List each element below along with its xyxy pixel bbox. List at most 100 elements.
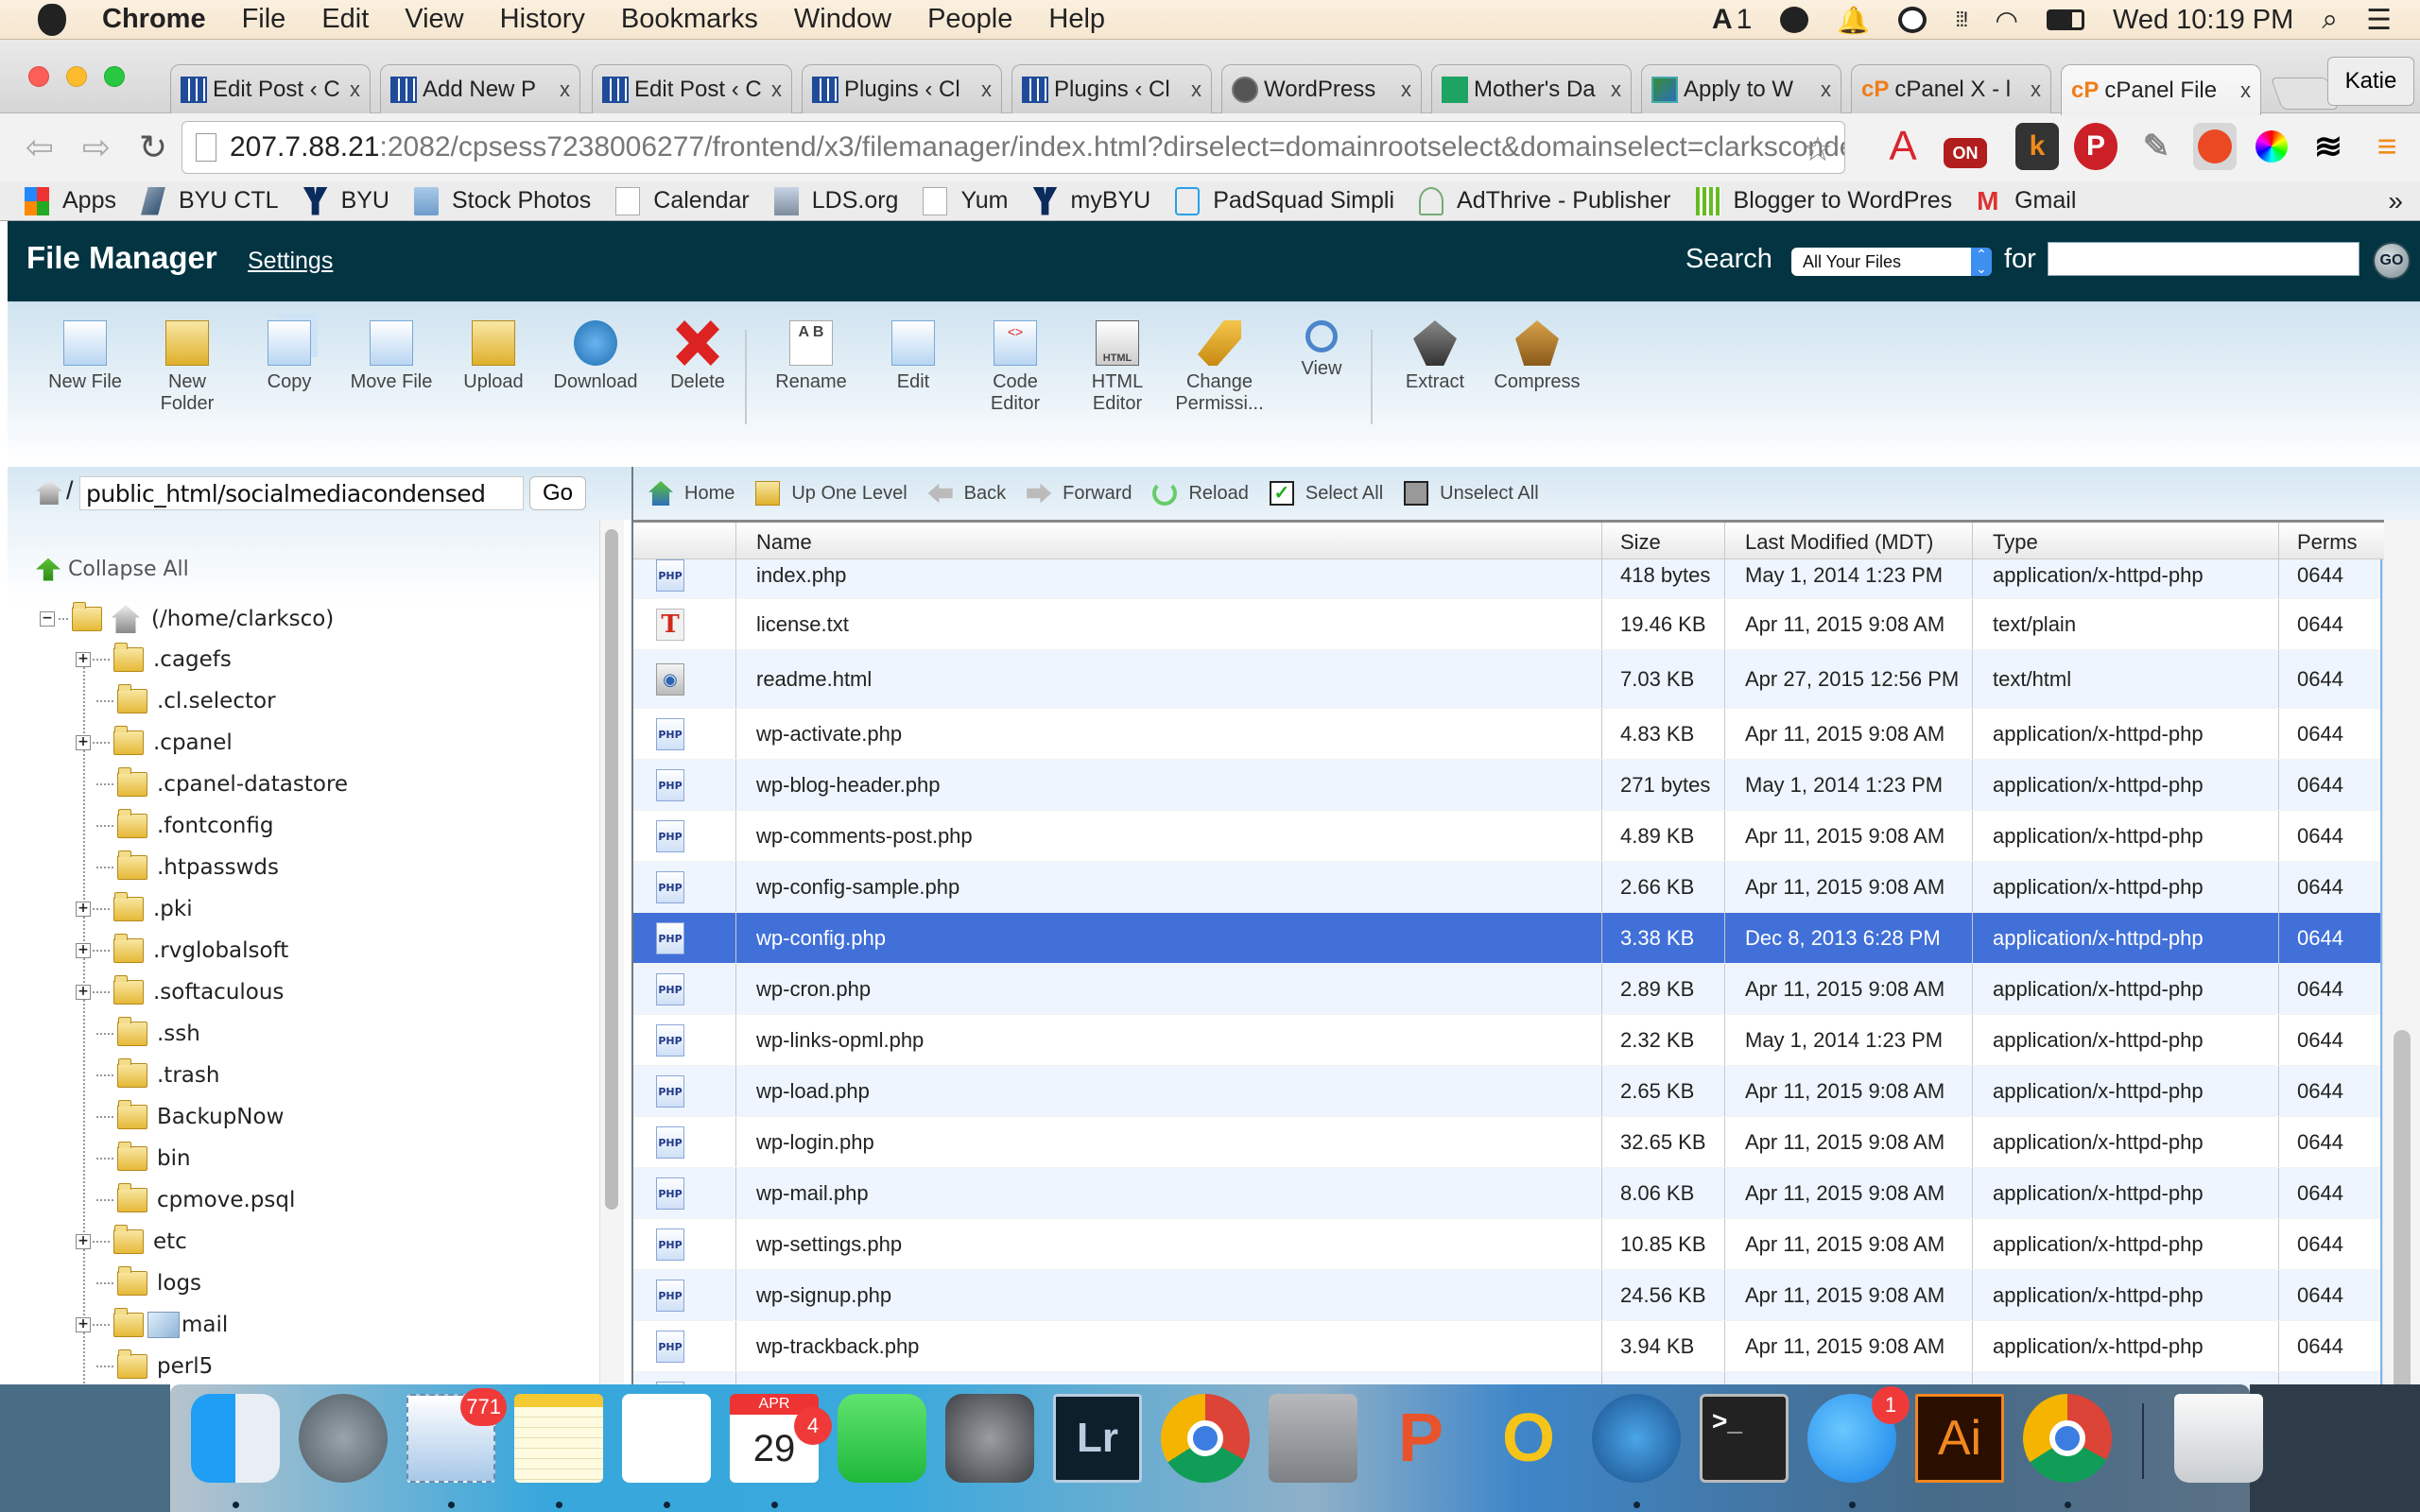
dock-powerpoint[interactable]: P [1376,1394,1465,1483]
code-editor-button[interactable]: <> Code Editor [970,320,1061,415]
tab-close-icon[interactable]: x [1821,77,1831,102]
tree-scrollbar[interactable] [599,520,624,1424]
dock-launchpad[interactable] [299,1394,388,1483]
tab-5[interactable]: Plugins ‹ Cl x [1011,64,1212,113]
close-window-button[interactable] [28,66,49,87]
delete-button[interactable]: Delete [652,320,743,393]
tab-10[interactable]: cP cPanel File x [2061,64,2261,115]
tab-2[interactable]: Add New P x [380,64,580,113]
dock-calendar[interactable]: APR 29 4 [730,1394,832,1483]
battery-icon[interactable] [2046,9,2084,30]
bookmark-adthrive-publisher[interactable]: AdThrive - Publisher [1419,186,1671,215]
stumbleupon-extension-icon[interactable] [2193,123,2237,170]
back-button[interactable]: ⇦ [23,128,57,167]
nav-reload-button[interactable]: Reload [1152,481,1249,506]
expand-toggle-icon[interactable]: + [76,1234,91,1249]
tab-close-icon[interactable]: x [981,77,992,102]
tab-close-icon[interactable]: x [1191,77,1201,102]
collapse-all-button[interactable]: Collapse All [36,558,189,581]
settings-link[interactable]: Settings [248,248,333,275]
file-list-scrollbar[interactable] [2382,520,2420,1427]
nav-forward-button[interactable]: Forward [1027,481,1132,506]
file-row[interactable]: PHP wp-config-sample.php 2.66 KB Apr 11, 20… [633,862,2384,913]
file-row[interactable]: PHP wp-config.php 3.38 KB Dec 8, 2013 6:28 … [633,913,2384,964]
search-input[interactable] [2048,242,2360,276]
menu-app-chrome[interactable]: Chrome [102,4,206,35]
file-row[interactable]: PHP index.php 418 bytes May 1, 2014 1:23 PM… [633,559,2384,599]
tree-item[interactable]: + .cpanel [76,726,233,760]
tab-3[interactable]: Edit Post ‹ C x [592,64,792,113]
collapse-toggle-icon[interactable]: − [40,611,55,627]
dock-facetime[interactable] [838,1394,926,1483]
clock[interactable]: Wed 10:19 PM [2113,5,2293,36]
bookmark-stock-photos[interactable]: Stock Photos [413,186,591,215]
tree-item[interactable]: cpmove.psql [76,1183,295,1217]
rename-button[interactable]: A B Rename [766,320,856,393]
expand-toggle-icon[interactable]: + [76,1317,91,1332]
dock-messages[interactable]: 1 [1807,1386,1910,1483]
bookmark-byu-ctl[interactable]: BYU CTL [140,186,279,215]
profile-button[interactable]: Katie [2327,57,2414,106]
file-row[interactable]: PHP wp-load.php 2.65 KB Apr 11, 2015 9:08 A… [633,1066,2384,1117]
dock-transmit[interactable] [1592,1394,1681,1483]
tab-7[interactable]: Mother's Da x [1431,64,1632,113]
file-row[interactable]: PHP wp-comments-post.php 4.89 KB Apr 11, 20… [633,811,2384,862]
hangouts-icon[interactable] [1780,7,1809,33]
pinterest-extension-icon[interactable]: P [2074,123,2118,170]
compress-button[interactable]: Compress [1492,320,1582,393]
dock-trash[interactable] [2174,1394,2263,1483]
path-input[interactable] [79,476,524,510]
tab-close-icon[interactable]: x [560,77,570,102]
nav-up-folder-button[interactable]: Up One Level [755,481,908,506]
nav-select-all-button[interactable]: ✓ Select All [1269,481,1383,506]
file-row[interactable]: PHP wp-blog-header.php 271 bytes May 1, 201… [633,760,2384,811]
menu-bookmarks[interactable]: Bookmarks [621,4,758,35]
dock-chrome[interactable] [2023,1394,2112,1483]
bookmark-lds-org[interactable]: LDS.org [773,186,898,215]
expand-toggle-icon[interactable]: + [76,735,91,750]
spotlight-search-icon[interactable]: ⌕ [2322,4,2338,36]
tree-item[interactable]: BackupNow [76,1100,284,1134]
change-permissions-button[interactable]: Change Permissi... [1174,320,1265,415]
tree-item[interactable]: bin [76,1142,191,1176]
tree-item[interactable]: + .rvglobalsoft [76,934,288,968]
file-row[interactable]: ◉ readme.html 7.03 KB Apr 27, 2015 12:56 PM… [633,650,2384,709]
column-header-size[interactable]: Size [1620,530,1661,555]
k-extension-icon[interactable]: k [2015,123,2059,170]
home-icon[interactable] [36,480,62,505]
menu-edit[interactable]: Edit [321,4,369,35]
forward-button[interactable]: ⇨ [79,128,113,167]
file-row[interactable]: PHP wp-cron.php 2.89 KB Apr 11, 2015 9:08 A… [633,964,2384,1015]
tree-item[interactable]: .cl.selector [76,684,276,718]
dock-mail[interactable]: 771 [406,1388,507,1483]
move-file-button[interactable]: Move File [346,320,437,393]
creative-cloud-icon[interactable] [1898,7,1927,33]
on-extension-icon[interactable]: ON [1944,138,1987,168]
bookmark-gmail[interactable]: M Gmail [1977,186,2076,215]
menu-history[interactable]: History [500,4,585,35]
tab-9[interactable]: cP cPanel X - l x [1851,64,2051,113]
notification-center-icon[interactable]: ☰ [2366,4,2392,37]
menu-file[interactable]: File [242,4,286,35]
tab-8[interactable]: Apply to W x [1641,64,1841,113]
tab-close-icon[interactable]: x [771,77,782,102]
file-row[interactable]: PHP wp-settings.php 10.85 KB Apr 11, 2015 9… [633,1219,2384,1270]
tab-close-icon[interactable]: x [2240,78,2251,103]
tree-item[interactable]: .htpasswds [76,850,279,885]
new-file-button[interactable]: New File [40,320,130,393]
adobe-icon[interactable]: A1 [1712,4,1752,36]
html-editor-button[interactable]: HTML HTML Editor [1072,320,1163,415]
bookmarks-overflow-button[interactable]: » [2388,186,2403,216]
chrome-menu-icon[interactable]: ≡ [2365,123,2409,170]
tab-6[interactable]: WordPress x [1221,64,1422,113]
menu-help[interactable]: Help [1048,4,1105,35]
bookmark-padsquad-simpli[interactable]: PadSquad Simpli [1175,186,1394,215]
tree-item[interactable]: .cpanel-datastore [76,767,348,801]
bookmark-apps[interactable]: Apps [25,186,116,215]
tree-item[interactable]: logs [76,1266,201,1300]
acrobat-extension-icon[interactable]: A [1881,123,1925,170]
dock-system-preferences[interactable] [945,1394,1034,1483]
search-go-button[interactable]: GO [2373,242,2411,280]
path-go-button[interactable]: Go [529,476,586,510]
bookmark-yum[interactable]: Yum [923,186,1009,215]
